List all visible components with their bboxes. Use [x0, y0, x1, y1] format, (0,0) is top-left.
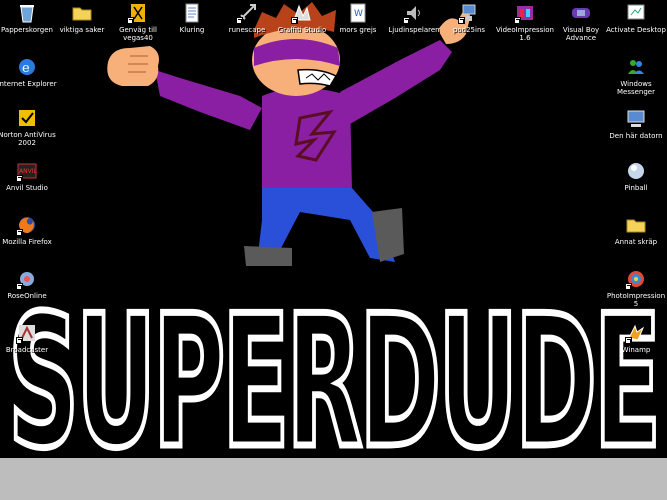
desktop-icon-kluring[interactable]: Kluring [161, 2, 223, 34]
desktop-icon-activate-desktop[interactable]: Activate Desktop [605, 2, 667, 34]
runescape-icon [236, 2, 258, 24]
desktop-icon-anvil-studio[interactable]: ANVIL Anvil Studio [0, 160, 58, 192]
shortcut-arrow-icon [16, 283, 23, 290]
shortcut-arrow-icon [127, 17, 134, 24]
desktop-icon-recycle-bin[interactable]: Papperskorgen [0, 2, 58, 34]
my-computer-icon [625, 108, 647, 130]
desktop-icon-pinball[interactable]: Pinball [605, 160, 667, 192]
word-doc-icon: W [347, 2, 369, 24]
desktop-icon-windows-messenger[interactable]: Windows Messenger [605, 56, 667, 96]
activate-icon [625, 2, 647, 24]
anvil-icon: ANVIL [16, 160, 38, 182]
norton-icon [16, 107, 38, 129]
svg-text:e: e [22, 61, 30, 76]
shortcut-arrow-icon [403, 17, 410, 24]
shortcut-arrow-icon [236, 17, 243, 24]
folder-icon [625, 214, 647, 236]
pinball-icon [625, 160, 647, 182]
svg-text:W: W [354, 9, 363, 19]
shortcut-arrow-icon [16, 229, 23, 236]
folder-icon [71, 2, 93, 24]
winamp-icon [625, 322, 647, 344]
shortcut-arrow-icon [458, 17, 465, 24]
internet-explorer-icon: e [16, 56, 38, 78]
desktop-icon-ljudinspelaren[interactable]: Ljudinspelaren [383, 2, 445, 34]
network-icon [458, 2, 480, 24]
graffiti-icon [291, 2, 313, 24]
desktop-icon-photoimpression[interactable]: PhotoImpression 5 [605, 268, 667, 308]
desktop[interactable]: SUPERDUDE Papperskorgen viktiga saker Ge… [0, 0, 667, 500]
desktop-icon-vegas[interactable]: Genväg till vegas40 [107, 2, 169, 42]
shortcut-arrow-icon [514, 17, 521, 24]
recycle-bin-icon [16, 2, 38, 24]
desktop-icon-internet-explorer[interactable]: e Internet Explorer [0, 56, 58, 88]
desktop-icon-viktiga-saker[interactable]: viktiga saker [51, 2, 113, 34]
desktop-icon-visual-boy-advance[interactable]: Visual Boy Advance [550, 2, 612, 42]
desktop-icon-graffiti-studio[interactable]: Graffiti Studio [271, 2, 333, 34]
desktop-icon-firefox[interactable]: Mozilla Firefox [0, 214, 58, 246]
shortcut-arrow-icon [291, 17, 298, 24]
desktop-icon-annat-skrap[interactable]: Annat skräp [605, 214, 667, 246]
desktop-icon-mors-grejs[interactable]: W mors grejs [327, 2, 389, 34]
svg-text:SUPERDUDE: SUPERDUDE [8, 276, 658, 475]
shortcut-arrow-icon [625, 337, 632, 344]
desktop-icon-norton[interactable]: Norton AntiVirus 2002 [0, 107, 58, 147]
svg-text:ANVIL: ANVIL [19, 168, 37, 175]
desktop-icon-roseonline[interactable]: RoseOnline [0, 268, 58, 300]
broadcaster-icon [16, 322, 38, 344]
desktop-icon-broadcaster[interactable]: Broadcaster [0, 322, 58, 354]
desktop-icon-videoimpression[interactable]: VideoImpression 1.6 [494, 2, 556, 42]
firefox-icon [16, 214, 38, 236]
desktop-icon-winamp[interactable]: Winamp [605, 322, 667, 354]
messenger-icon [625, 56, 647, 78]
videoimpression-icon [514, 2, 536, 24]
desktop-icon-pod25ins[interactable]: pod25ins [438, 2, 500, 34]
audio-icon [403, 2, 425, 24]
shortcut-arrow-icon [16, 337, 23, 344]
vegas-icon [127, 2, 149, 24]
roseonline-icon [16, 268, 38, 290]
shortcut-arrow-icon [625, 283, 632, 290]
shortcut-arrow-icon [16, 175, 23, 182]
desktop-icon-runescape[interactable]: runescape [216, 2, 278, 34]
gameboy-icon [570, 2, 592, 24]
notepad-icon [181, 2, 203, 24]
desktop-icon-my-computer[interactable]: Den här datorn [605, 108, 667, 140]
photoimpression-icon [625, 268, 647, 290]
superdude-lettering: SUPERDUDE [5, 273, 667, 476]
